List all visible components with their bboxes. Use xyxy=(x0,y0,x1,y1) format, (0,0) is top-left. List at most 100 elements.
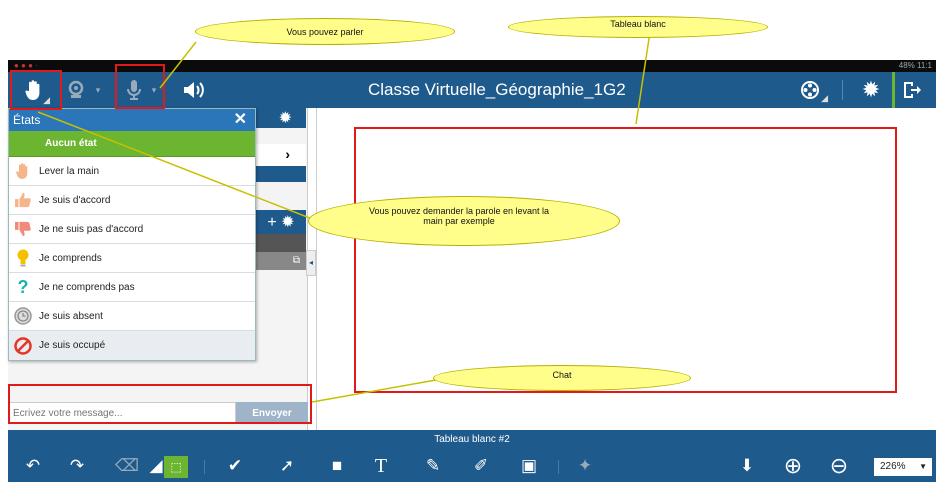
question-icon: ? xyxy=(17,276,29,297)
states-panel: États ✕ Aucun état Lever la main Je suis… xyxy=(8,108,256,361)
exit-button[interactable] xyxy=(892,72,928,108)
highlighter-tool-button[interactable]: ✎ xyxy=(418,450,448,482)
rectangle-tool-button[interactable]: ■ xyxy=(322,450,352,482)
raise-hand-callout: Vous pouvez demander la parole en levant… xyxy=(308,196,620,246)
webcam-button[interactable]: ▾ xyxy=(58,72,108,108)
page-title: Classe Virtuelle_Géographie_1G2 xyxy=(368,80,626,99)
states-panel-title: États xyxy=(13,113,41,127)
panel-row[interactable]: › xyxy=(256,144,306,166)
redo-button[interactable]: ↷ xyxy=(62,450,92,482)
panel-header: + ✹ xyxy=(256,210,306,234)
undo-button[interactable]: ↶ xyxy=(18,450,48,482)
undo-icon: ↶ xyxy=(25,456,41,475)
thumbs-down-icon xyxy=(13,219,33,239)
participants-button[interactable]: ◢ xyxy=(790,72,830,108)
chevron-right-icon: › xyxy=(285,146,290,162)
selection-icon: ⬚ xyxy=(170,460,182,474)
lightbulb-icon xyxy=(13,248,33,268)
toolbar-divider xyxy=(204,460,205,474)
speaker-icon xyxy=(184,82,204,98)
marker-icon: ✎ xyxy=(425,456,441,475)
drawing-toolbar: ↶ ↷ ⌫ ◢ ⬚ ✔ ➚ ■ T ✎ ✐ ▣ ✦ ⬇ ⊕ ⊖ 226% ▼ xyxy=(8,450,936,482)
pen-icon: ✐ xyxy=(473,456,489,475)
whiteboard-callout: Tableau blanc xyxy=(508,16,768,38)
raise-hand-highlight xyxy=(10,70,62,110)
close-icon[interactable]: ✕ xyxy=(234,109,247,131)
pointer-tool-button[interactable]: ✦ xyxy=(570,450,600,482)
microphone-highlight xyxy=(115,64,165,109)
film-reel-icon xyxy=(801,81,819,99)
state-label: Je comprends xyxy=(39,252,102,264)
state-agree[interactable]: Je suis d'accord xyxy=(9,186,255,215)
chevron-left-icon: ◂ xyxy=(308,258,313,267)
zoom-in-button[interactable]: ⊕ xyxy=(780,450,806,482)
checkmark-icon: ✔ xyxy=(227,456,243,475)
whiteboard-area[interactable] xyxy=(354,127,897,393)
exit-icon xyxy=(903,82,921,98)
rectangle-icon: ■ xyxy=(331,456,343,475)
chevron-down-icon: ▼ xyxy=(919,462,927,471)
laser-pointer-icon: ✦ xyxy=(577,456,593,475)
redo-icon: ↷ xyxy=(69,456,85,475)
raised-hand-icon xyxy=(13,161,33,181)
arrow-icon: ➚ xyxy=(279,456,295,475)
text-tool-button[interactable]: T xyxy=(366,450,396,482)
thumbs-up-icon xyxy=(13,190,33,210)
speak-callout: Vous pouvez parler xyxy=(195,18,455,45)
toolbar-divider xyxy=(558,460,559,474)
states-panel-header: États ✕ xyxy=(9,109,255,131)
download-button[interactable]: ⬇ xyxy=(734,450,760,482)
panel-header: ✹ xyxy=(256,108,306,128)
forbidden-icon xyxy=(13,336,33,356)
state-label: Je suis d'accord xyxy=(39,194,111,206)
panel-header xyxy=(256,166,306,182)
eraser-button[interactable]: ⌫ xyxy=(112,450,142,482)
panel-row[interactable]: ⧉ xyxy=(256,252,306,270)
whiteboard-tab[interactable]: Tableau blanc #2 xyxy=(8,430,936,450)
zoom-out-button[interactable]: ⊖ xyxy=(826,450,852,482)
pen-tool-button[interactable]: ✐ xyxy=(466,450,496,482)
state-dont-understand[interactable]: ? Je ne comprends pas xyxy=(9,273,255,302)
zoom-value: 226% xyxy=(880,461,906,472)
chevron-down-icon: ▾ xyxy=(95,84,101,95)
fill-button[interactable]: ◢ xyxy=(146,450,166,482)
state-disagree[interactable]: Je ne suis pas d'accord xyxy=(9,215,255,244)
state-label: Lever la main xyxy=(39,165,100,177)
text-icon: T xyxy=(374,454,388,477)
panel-divider xyxy=(316,108,317,430)
select-tool-button[interactable]: ⬚ xyxy=(164,456,188,478)
eraser-icon: ⌫ xyxy=(114,456,140,475)
state-busy[interactable]: Je suis occupé xyxy=(9,331,255,360)
speaker-button[interactable] xyxy=(176,72,212,108)
add-gear-icon[interactable]: + ✹ xyxy=(267,212,294,232)
state-absent[interactable]: Je suis absent xyxy=(9,302,255,331)
clock-icon xyxy=(13,306,33,326)
triangle-icon: ◢ xyxy=(149,456,163,475)
state-label: Je ne suis pas d'accord xyxy=(39,223,144,235)
image-tool-button[interactable]: ▣ xyxy=(514,450,544,482)
caret-icon: ◢ xyxy=(821,93,828,103)
toolbar-divider xyxy=(842,80,843,100)
download-icon: ⬇ xyxy=(739,456,755,475)
webcam-icon xyxy=(68,80,83,98)
state-none-item[interactable]: Aucun état xyxy=(9,131,255,157)
state-label: Je suis occupé xyxy=(39,340,106,351)
panel-divider xyxy=(256,234,306,252)
state-raise-hand[interactable]: Lever la main xyxy=(9,157,255,186)
collapse-panel-button[interactable]: ◂ xyxy=(306,250,316,276)
gear-icon: ✹ xyxy=(861,77,881,102)
gear-icon[interactable]: ✹ xyxy=(279,108,292,128)
state-label: Je ne comprends pas xyxy=(39,281,135,293)
check-tool-button[interactable]: ✔ xyxy=(220,450,250,482)
minus-circle-icon: ⊖ xyxy=(829,453,849,478)
arrow-tool-button[interactable]: ➚ xyxy=(272,450,302,482)
image-icon: ▣ xyxy=(520,456,538,475)
zoom-select[interactable]: 226% ▼ xyxy=(874,458,932,476)
state-label: Je suis absent xyxy=(39,310,103,322)
state-understand[interactable]: Je comprends xyxy=(9,244,255,273)
chat-highlight xyxy=(8,384,312,424)
settings-button[interactable]: ✹ xyxy=(856,72,886,108)
status-battery-time: 48% 11:1 xyxy=(898,61,932,70)
chat-callout: Chat xyxy=(433,365,691,391)
copy-icon: ⧉ xyxy=(292,255,300,266)
